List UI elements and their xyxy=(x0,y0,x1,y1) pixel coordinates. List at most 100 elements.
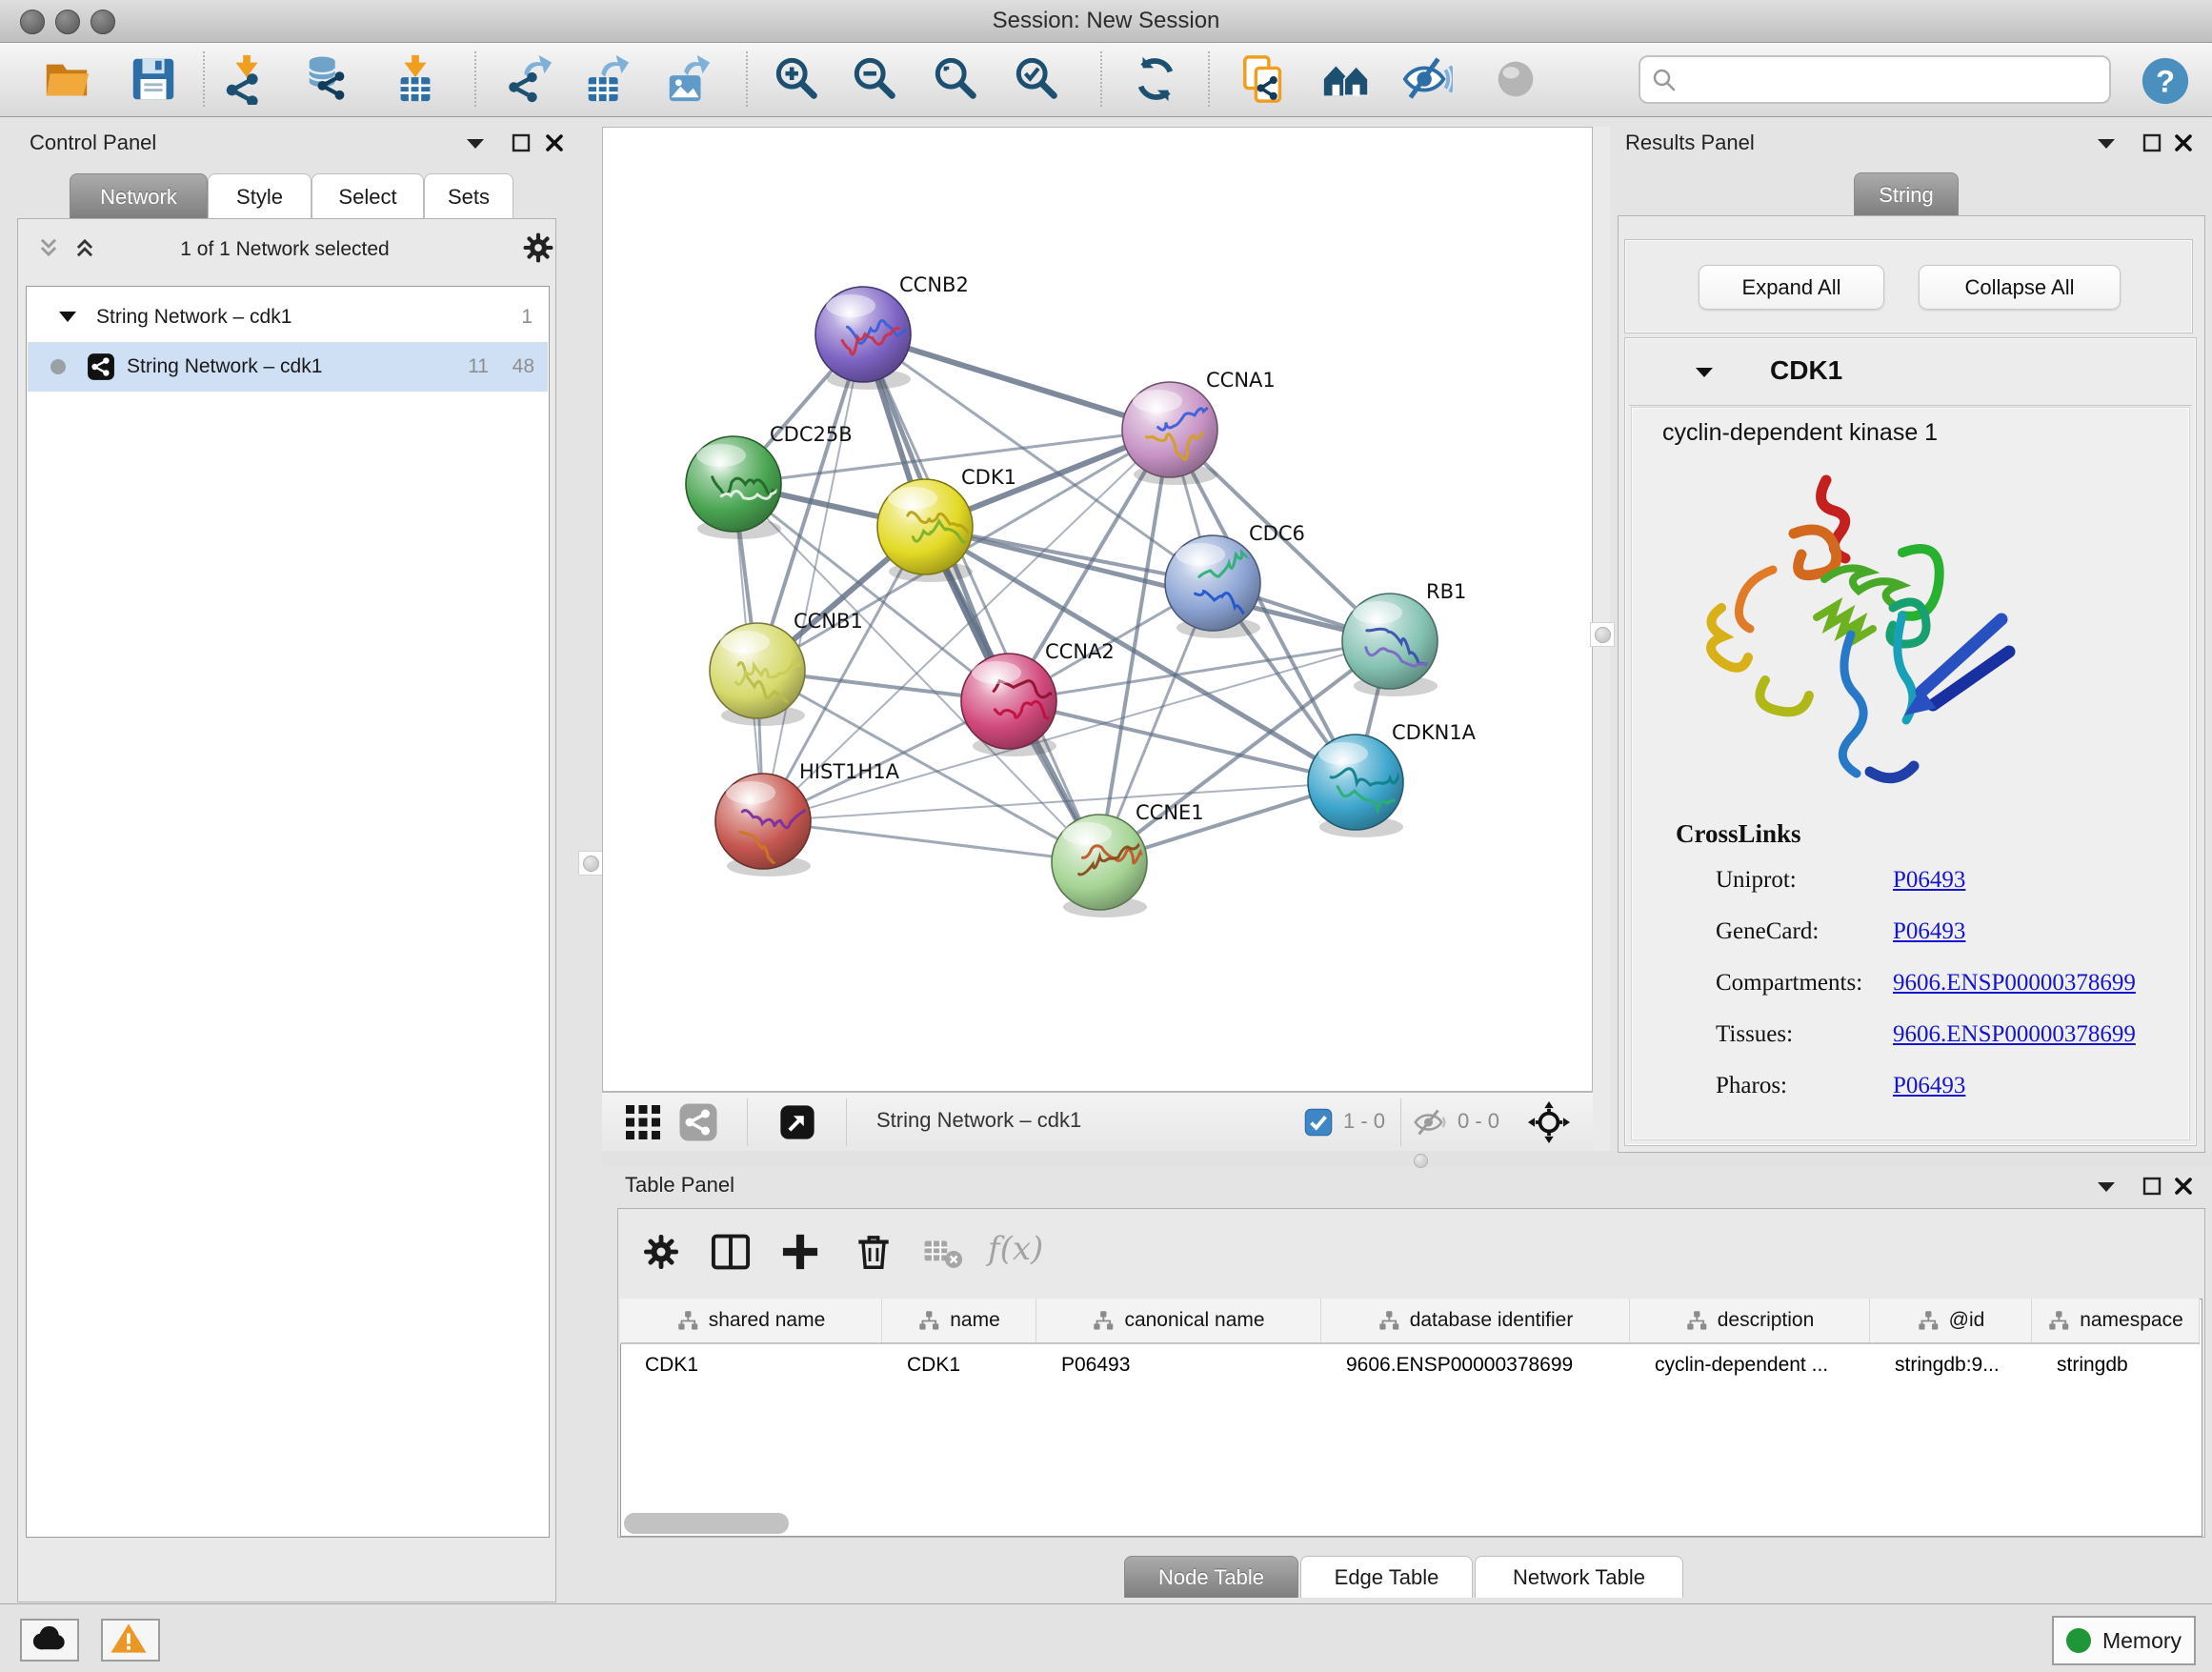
table-row[interactable]: CDK1CDK1P064939606.ENSP00000378699cyclin… xyxy=(620,1344,2200,1386)
table-panel-float-icon[interactable] xyxy=(2142,1176,2162,1197)
results-panel-close-icon[interactable] xyxy=(2173,132,2194,153)
open-session-icon[interactable] xyxy=(41,53,92,105)
collapse-all-button[interactable]: Collapse All xyxy=(1919,265,2121,310)
crosslink-value-link[interactable]: 9606.ENSP00000378699 xyxy=(1893,970,2136,996)
table-cell[interactable]: stringdb xyxy=(2032,1344,2200,1386)
table-cell[interactable]: 9606.ENSP00000378699 xyxy=(1321,1344,1630,1386)
network-node[interactable]: CDK1 xyxy=(877,466,1016,582)
table-horizontal-scrollbar[interactable] xyxy=(624,1513,789,1534)
import-network-from-database-icon[interactable] xyxy=(302,53,353,105)
collapse-all-chevron-icon[interactable] xyxy=(35,235,62,260)
export-image-icon[interactable] xyxy=(662,53,714,105)
network-options-gear-icon[interactable] xyxy=(521,231,555,265)
column-header-namespace[interactable]: namespace xyxy=(2032,1299,2200,1342)
export-network-icon[interactable] xyxy=(504,53,555,105)
table-panel-title: Table Panel xyxy=(625,1173,734,1198)
network-edge[interactable] xyxy=(763,821,1099,862)
crosslink-value-link[interactable]: P06493 xyxy=(1893,918,1965,944)
save-session-icon[interactable] xyxy=(128,53,179,105)
tab-style[interactable]: Style xyxy=(208,173,312,219)
network-row-selected[interactable]: String Network – cdk1 11 48 xyxy=(28,342,548,392)
memory-button[interactable]: Memory xyxy=(2052,1616,2196,1665)
help-icon[interactable]: ? xyxy=(2140,55,2191,107)
tab-network-table[interactable]: Network Table xyxy=(1475,1556,1683,1598)
column-header-shared-name[interactable]: shared name xyxy=(620,1299,882,1342)
table-cell[interactable]: stringdb:9... xyxy=(1870,1344,2032,1386)
network-edge[interactable] xyxy=(1009,701,1356,782)
crosslink-value-link[interactable]: P06493 xyxy=(1893,867,1965,893)
tab-sets[interactable]: Sets xyxy=(424,173,513,219)
control-panel-float-icon[interactable] xyxy=(511,132,532,153)
network-node[interactable]: CCNB2 xyxy=(815,273,969,390)
network-node[interactable]: RB1 xyxy=(1342,580,1466,696)
tab-edge-table[interactable]: Edge Table xyxy=(1300,1556,1473,1598)
table-panel-close-icon[interactable] xyxy=(2173,1176,2194,1197)
vertical-splitter-handle-right[interactable] xyxy=(1590,622,1615,647)
control-panel-close-icon[interactable] xyxy=(544,132,565,153)
table-options-gear-icon[interactable] xyxy=(641,1232,681,1272)
crosslinks-title: CrossLinks xyxy=(1676,819,1801,849)
network-node[interactable]: HIST1H1A xyxy=(715,760,900,876)
birds-eye-grid-icon[interactable] xyxy=(623,1102,663,1142)
network-edge[interactable] xyxy=(763,334,863,821)
home-icon[interactable] xyxy=(1320,53,1372,105)
table-cell[interactable]: P06493 xyxy=(1036,1344,1321,1386)
tab-network[interactable]: Network xyxy=(70,173,208,219)
export-table-icon[interactable] xyxy=(581,53,633,105)
column-header--id[interactable]: @id xyxy=(1870,1299,2032,1342)
hide-selected-eye-icon[interactable] xyxy=(1401,53,1453,105)
selected-checkbox-icon[interactable] xyxy=(1303,1107,1334,1138)
tab-node-table[interactable]: Node Table xyxy=(1124,1556,1298,1598)
network-node[interactable]: CCNB1 xyxy=(710,610,863,726)
column-header-database-identifier[interactable]: database identifier xyxy=(1321,1299,1630,1342)
zoom-in-icon[interactable] xyxy=(772,53,823,105)
vertical-splitter-handle-left[interactable] xyxy=(578,851,603,876)
network-collection-row[interactable]: String Network – cdk1 1 xyxy=(28,292,548,342)
network-overview-icon[interactable] xyxy=(678,1102,718,1142)
network-node[interactable]: CDC25B xyxy=(686,423,853,539)
network-node[interactable]: CCNA2 xyxy=(961,640,1115,756)
network-graph[interactable]: CCNB2CCNA1CDC25BCDK1CDC6RB1CCNB1CCNA2CDK… xyxy=(603,128,1592,1091)
tab-select[interactable]: Select xyxy=(312,173,424,219)
results-panel-menu-icon[interactable] xyxy=(2096,136,2117,151)
results-panel-float-icon[interactable] xyxy=(2142,132,2162,153)
column-header-canonical-name[interactable]: canonical name xyxy=(1036,1299,1321,1342)
search-input[interactable] xyxy=(1684,61,2098,95)
tree-expander-icon[interactable] xyxy=(58,310,77,324)
horizontal-splitter-handle[interactable] xyxy=(1414,1154,1428,1168)
pan-crosshair-icon[interactable] xyxy=(1528,1101,1570,1143)
delete-columns-trash-icon[interactable] xyxy=(853,1230,895,1272)
toolbar-divider xyxy=(1100,51,1102,107)
new-network-from-selection-icon[interactable] xyxy=(1239,53,1291,105)
network-canvas[interactable]: CCNB2CCNA1CDC25BCDK1CDC6RB1CCNB1CCNA2CDK… xyxy=(602,127,1593,1092)
cloud-status-button[interactable] xyxy=(20,1619,79,1662)
network-node[interactable]: CDC6 xyxy=(1165,522,1305,638)
gene-description: cyclin-dependent kinase 1 xyxy=(1662,419,1938,447)
crosslink-value-link[interactable]: P06493 xyxy=(1893,1073,1965,1098)
tab-string[interactable]: String xyxy=(1854,172,1959,216)
show-columns-icon[interactable] xyxy=(709,1230,753,1274)
zoom-out-icon[interactable] xyxy=(850,53,901,105)
zoom-fit-icon[interactable] xyxy=(931,53,982,105)
import-table-icon[interactable] xyxy=(390,53,441,105)
crosslink-value-link[interactable]: 9606.ENSP00000378699 xyxy=(1893,1021,2136,1047)
table-cell[interactable]: CDK1 xyxy=(882,1344,1036,1386)
network-node[interactable]: CCNA1 xyxy=(1122,369,1276,485)
network-node-count: 11 xyxy=(468,355,489,378)
table-cell[interactable]: CDK1 xyxy=(620,1344,882,1386)
create-column-plus-icon[interactable] xyxy=(778,1230,822,1274)
table-panel-menu-icon[interactable] xyxy=(2096,1179,2117,1195)
control-panel-menu-icon[interactable] xyxy=(465,136,486,151)
table-cell[interactable]: cyclin-dependent ... xyxy=(1630,1344,1870,1386)
horizontal-splitter[interactable] xyxy=(602,1151,2212,1167)
warning-status-button[interactable] xyxy=(101,1619,160,1662)
expand-all-button[interactable]: Expand All xyxy=(1699,265,1884,310)
column-header-name[interactable]: name xyxy=(882,1299,1036,1342)
expand-all-chevron-icon[interactable] xyxy=(71,235,98,260)
refresh-icon[interactable] xyxy=(1130,53,1181,105)
gene-section-expander-icon[interactable] xyxy=(1694,365,1715,380)
open-in-window-icon[interactable] xyxy=(779,1104,815,1140)
zoom-selected-icon[interactable] xyxy=(1012,53,1063,105)
column-header-description[interactable]: description xyxy=(1630,1299,1870,1342)
import-network-icon[interactable] xyxy=(221,53,272,105)
